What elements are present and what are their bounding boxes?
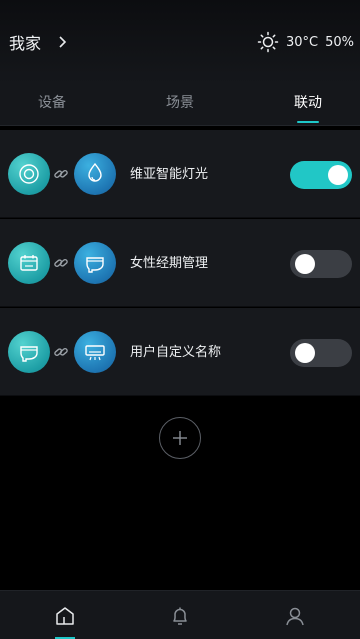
weather-status: 30°C 50%: [257, 31, 354, 53]
plus-icon: [173, 431, 187, 445]
link-icon: [54, 169, 68, 179]
bell-icon: [173, 607, 187, 625]
chevron-right-icon: [59, 36, 67, 48]
home-selector[interactable]: 我家: [9, 30, 69, 54]
toilet-seat-icon: [74, 242, 116, 284]
linkage-name: 用户自定义名称: [130, 345, 222, 360]
temperature-value: 30°C: [285, 34, 319, 50]
calendar-icon: [8, 242, 50, 284]
bottom-nav: [0, 590, 360, 639]
linkage-toggle[interactable]: [290, 339, 352, 367]
linkage-toggle[interactable]: [290, 250, 352, 278]
active-tab-indicator: [297, 121, 319, 123]
linkage-name: 女性经期管理: [130, 256, 209, 271]
target-sensor-icon: [8, 153, 50, 195]
header-bar: 我家 30°C 50%: [0, 0, 360, 84]
nav-notifications[interactable]: [120, 591, 240, 639]
tab-bar: 设备 场景 联动: [0, 84, 360, 126]
linkage-device-pair: [8, 331, 118, 373]
toggle-knob: [295, 343, 315, 363]
add-linkage-button[interactable]: [159, 417, 201, 459]
light-bulb-icon: [74, 153, 116, 195]
linkage-toggle[interactable]: [290, 161, 352, 189]
linkage-row[interactable]: 用户自定义名称: [0, 308, 360, 396]
nav-home[interactable]: [5, 591, 125, 639]
nav-profile[interactable]: [235, 591, 355, 639]
tab-linkage[interactable]: 联动: [268, 92, 348, 112]
sun-icon: [257, 31, 279, 53]
tab-devices[interactable]: 设备: [12, 92, 92, 112]
humidity-value: 50%: [325, 34, 354, 50]
home-icon: [56, 606, 74, 625]
toggle-knob: [328, 165, 348, 185]
linkage-device-pair: [8, 153, 118, 195]
linkage-name: 维亚智能灯光: [130, 167, 209, 182]
home-name: 我家: [9, 34, 42, 53]
air-conditioner-icon: [74, 331, 116, 373]
tab-scenes[interactable]: 场景: [140, 92, 220, 112]
user-icon: [286, 607, 304, 625]
linkage-device-pair: [8, 242, 118, 284]
link-icon: [54, 258, 68, 268]
linkage-row[interactable]: 女性经期管理: [0, 219, 360, 307]
link-icon: [54, 347, 68, 357]
toilet-seat-icon: [8, 331, 50, 373]
linkage-row[interactable]: 维亚智能灯光: [0, 130, 360, 218]
toggle-knob: [295, 254, 315, 274]
